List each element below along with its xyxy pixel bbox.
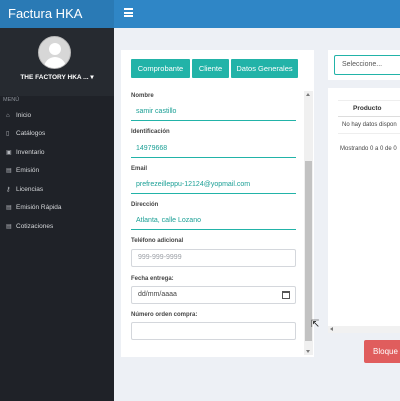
fecha-placeholder: dd/mm/aaaa — [138, 291, 177, 298]
orden-compra-label: Número orden compra: — [131, 312, 198, 318]
fecha-entrega-label: Fecha entrega: — [131, 276, 174, 282]
document-icon: ▤ — [6, 205, 12, 211]
product-select[interactable]: Seleccione... — [334, 55, 400, 75]
menu-title: MENÚ — [3, 97, 20, 103]
home-icon: ⌂ — [6, 113, 10, 119]
sidebar-item-emision-rapida[interactable]: ▤ Emisión Rápida — [0, 200, 114, 216]
sidebar-item-label: Inicio — [16, 112, 32, 119]
telefono-field[interactable]: 999-999-9999 — [131, 249, 296, 267]
table-horizontal-scrollbar[interactable] — [328, 326, 400, 333]
sidebar-item-label: Inventario — [16, 149, 45, 156]
client-form: Nombre samir castillo Identificación 149… — [121, 91, 313, 355]
scrollbar-thumb[interactable] — [305, 161, 312, 341]
sidebar-item-label: Emisión Rápida — [16, 204, 62, 211]
menu-toggle-icon[interactable] — [124, 8, 133, 17]
tab-datos-generales[interactable]: Datos Generales — [231, 59, 298, 78]
nombre-field[interactable]: samir castillo — [131, 102, 296, 121]
orden-compra-field[interactable] — [131, 322, 296, 340]
document-icon: ▤ — [6, 224, 12, 230]
table-header-producto[interactable]: Producto — [338, 100, 400, 117]
fecha-entrega-field[interactable]: dd/mm/aaaa — [131, 286, 296, 304]
sidebar-item-licencias[interactable]: ⚷ Licencias — [0, 182, 114, 198]
telefono-label: Teléfono adicional — [131, 238, 184, 244]
identificacion-field[interactable]: 14979668 — [131, 139, 296, 158]
sidebar-item-cotizaciones[interactable]: ▤ Cotizaciones — [0, 219, 114, 235]
profile-name-dropdown[interactable]: THE FACTORY HKA ... ▾ — [0, 73, 114, 81]
direccion-field[interactable]: Atlanta, calle Lozano — [131, 211, 296, 230]
avatar — [38, 36, 71, 69]
products-table: Producto No hay datos dispon — [338, 100, 400, 134]
nombre-label: Nombre — [131, 93, 154, 99]
cubes-icon: ▣ — [6, 150, 12, 156]
scroll-left-icon[interactable] — [330, 327, 333, 331]
app-title[interactable]: Factura HKA — [0, 0, 114, 28]
bloquear-button[interactable]: Bloque — [364, 340, 400, 363]
sidebar-item-label: Licencias — [16, 186, 44, 193]
sidebar-item-label: Cotizaciones — [16, 223, 54, 230]
user-profile: THE FACTORY HKA ... ▾ — [0, 28, 114, 96]
sidebar-item-emision[interactable]: ▤ Emisión — [0, 163, 114, 179]
scroll-down-icon[interactable] — [306, 350, 310, 353]
key-icon: ⚷ — [6, 187, 11, 193]
sidebar-item-catalogos[interactable]: ▯ Catálogos — [0, 126, 114, 142]
sidebar-item-inventario[interactable]: ▣ Inventario — [0, 145, 114, 161]
form-scrollbar[interactable] — [304, 91, 313, 355]
sidebar: THE FACTORY HKA ... ▾ MENÚ ⌂ Inicio ▯ Catá… — [0, 28, 114, 401]
identificacion-label: Identificación — [131, 129, 170, 135]
mouse-cursor-icon: ⇱ — [311, 319, 320, 330]
book-icon: ▯ — [6, 131, 10, 137]
scroll-up-icon[interactable] — [306, 93, 310, 96]
tab-comprobante[interactable]: Comprobante — [131, 59, 190, 78]
table-info: Mostrando 0 a 0 de 0 — [340, 146, 397, 152]
sidebar-item-label: Emisión — [16, 167, 40, 174]
table-empty-row: No hay datos dispon — [338, 117, 400, 134]
email-field[interactable]: prefrezeilleppu-12124@yopmail.com — [131, 175, 296, 194]
direccion-label: Dirección — [131, 202, 159, 208]
sidebar-item-label: Catálogos — [16, 130, 46, 137]
tab-cliente[interactable]: Cliente — [192, 59, 229, 78]
sidebar-item-inicio[interactable]: ⌂ Inicio — [0, 108, 114, 124]
document-icon: ▤ — [6, 168, 12, 174]
email-label: Email — [131, 166, 148, 172]
calendar-icon[interactable] — [282, 291, 290, 299]
